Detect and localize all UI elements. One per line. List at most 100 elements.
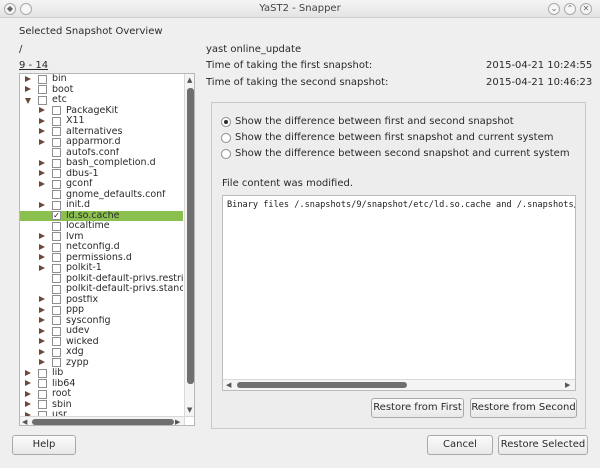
tree-item[interactable]: init.d xyxy=(20,200,183,211)
diff-horizontal-scrollbar[interactable]: ◀ ▶ xyxy=(223,379,575,390)
tree-item[interactable]: sbin xyxy=(20,400,183,411)
radio-second-current-label[interactable]: Show the difference between second snaps… xyxy=(235,148,570,159)
expand-arrow-right-icon[interactable] xyxy=(39,159,45,166)
expand-arrow-right-icon[interactable] xyxy=(39,327,45,334)
tree-item[interactable]: sysconfig xyxy=(20,316,183,327)
expand-arrow-right-icon[interactable] xyxy=(39,180,45,187)
expand-arrow-right-icon[interactable] xyxy=(39,233,45,239)
diff-scroll-left-icon[interactable]: ◀ xyxy=(226,380,231,390)
tree-item[interactable]: postfix xyxy=(20,295,183,306)
expand-arrow-right-icon[interactable] xyxy=(39,306,45,313)
tree-item-checkbox[interactable] xyxy=(52,106,61,115)
tree-item-checkbox[interactable] xyxy=(38,85,47,94)
radio-first-current-label[interactable]: Show the difference between first snapsh… xyxy=(235,132,553,143)
tree-item[interactable]: zypp xyxy=(20,358,183,369)
expand-arrow-right-icon[interactable] xyxy=(25,86,31,92)
file-tree[interactable]: bin boot etc PackageKit X11 alternatives appar… xyxy=(19,73,195,426)
tree-item[interactable]: boot xyxy=(20,85,183,96)
close-icon[interactable]: ✕ xyxy=(580,3,592,15)
scroll-down-icon[interactable]: ▼ xyxy=(187,405,192,415)
tree-item[interactable]: X11 xyxy=(20,116,183,127)
radio-first-current[interactable] xyxy=(221,133,231,143)
tree-item-checkbox[interactable] xyxy=(52,347,61,357)
diff-scroll-right-icon[interactable]: ▶ xyxy=(565,380,570,390)
cancel-button[interactable]: Cancel xyxy=(427,435,493,455)
radio-second-current[interactable] xyxy=(221,149,231,159)
tree-item-checkbox[interactable] xyxy=(52,358,61,367)
tree-item-checkbox[interactable] xyxy=(52,158,61,168)
tree-item[interactable]: apparmor.d xyxy=(20,137,183,148)
tree-item-checkbox[interactable] xyxy=(52,179,61,189)
tree-item-checkbox[interactable] xyxy=(38,74,47,84)
expand-arrow-right-icon[interactable] xyxy=(39,128,45,134)
expand-arrow-right-icon[interactable] xyxy=(39,201,45,208)
expand-arrow-right-icon[interactable] xyxy=(39,264,45,271)
tree-item[interactable]: lib64 xyxy=(20,379,183,390)
tree-item[interactable]: permissions.d xyxy=(20,253,183,264)
expand-arrow-right-icon[interactable] xyxy=(25,380,31,386)
tree-horizontal-thumb[interactable] xyxy=(32,419,174,425)
expand-arrow-right-icon[interactable] xyxy=(39,338,45,344)
tree-item-checkbox[interactable] xyxy=(52,305,61,315)
tree-item[interactable]: PackageKit xyxy=(20,106,183,117)
expand-arrow-right-icon[interactable] xyxy=(39,348,45,355)
minimize-icon[interactable]: ⌄ xyxy=(548,3,560,15)
radio-first-second[interactable] xyxy=(221,117,231,127)
tree-vertical-thumb[interactable] xyxy=(187,88,194,384)
expand-arrow-right-icon[interactable] xyxy=(39,254,45,260)
tree-item[interactable]: gconf xyxy=(20,179,183,190)
tree-item[interactable]: lvm xyxy=(20,232,183,243)
radio-first-second-label[interactable]: Show the difference between first and se… xyxy=(235,116,514,127)
restore-selected-button[interactable]: Restore Selected xyxy=(498,435,588,455)
tree-item[interactable]: ✓ ld.so.cache xyxy=(20,210,183,221)
tree-item-checkbox[interactable] xyxy=(52,190,61,199)
expand-arrow-right-icon[interactable] xyxy=(25,401,31,407)
tree-item[interactable]: wicked xyxy=(20,337,183,348)
expand-arrow-right-icon[interactable] xyxy=(39,296,45,302)
tree-horizontal-scrollbar[interactable]: ◀ ▶ xyxy=(20,416,184,425)
tree-item-checkbox[interactable] xyxy=(52,326,61,336)
tree-item[interactable]: netconfig.d xyxy=(20,242,183,253)
tree-item[interactable]: dbus-1 xyxy=(20,169,183,180)
tree-item-checkbox[interactable] xyxy=(52,221,61,231)
tree-item[interactable]: gnome_defaults.conf xyxy=(20,190,183,201)
tree-item[interactable]: alternatives xyxy=(20,127,183,138)
tree-item-checkbox[interactable] xyxy=(52,263,61,273)
tree-item-checkbox[interactable] xyxy=(38,95,47,105)
tree-item-checkbox[interactable] xyxy=(52,127,61,136)
expand-arrow-right-icon[interactable] xyxy=(39,170,45,176)
expand-arrow-right-icon[interactable] xyxy=(25,390,31,397)
tree-item-checkbox[interactable] xyxy=(52,274,61,283)
tree-item-checkbox[interactable] xyxy=(52,200,61,210)
restore-from-second-button[interactable]: Restore from Second xyxy=(470,398,577,418)
expand-arrow-right-icon[interactable] xyxy=(25,75,31,82)
scroll-up-icon[interactable]: ▲ xyxy=(187,75,192,85)
tree-item-checkbox[interactable] xyxy=(38,400,47,409)
tree-item-checkbox[interactable] xyxy=(38,389,47,399)
tree-vertical-scrollbar[interactable]: ▲ ▼ xyxy=(184,74,194,416)
tree-item[interactable]: ppp xyxy=(20,305,183,316)
restore-from-first-button[interactable]: Restore from First xyxy=(371,398,464,418)
tree-item[interactable]: udev xyxy=(20,326,183,337)
tree-item[interactable]: polkit-default-privs.stanc xyxy=(20,284,183,295)
diff-textarea[interactable]: Binary files /.snapshots/9/snapshot/etc/… xyxy=(222,195,576,391)
expand-arrow-right-icon[interactable] xyxy=(39,359,45,365)
expand-arrow-right-icon[interactable] xyxy=(25,369,31,376)
tree-item-checkbox[interactable] xyxy=(52,242,61,252)
tree-item-checkbox[interactable] xyxy=(52,137,61,147)
tree-item[interactable]: polkit-1 xyxy=(20,263,183,274)
tree-item-checkbox[interactable] xyxy=(52,316,61,325)
scroll-right-icon[interactable]: ▶ xyxy=(175,417,180,425)
expand-arrow-right-icon[interactable] xyxy=(39,317,45,323)
tree-item-checkbox[interactable] xyxy=(52,295,61,304)
tree-item[interactable]: root xyxy=(20,389,183,400)
tree-item[interactable]: polkit-default-privs.restri xyxy=(20,274,183,285)
tree-item[interactable]: bash_completion.d xyxy=(20,158,183,169)
tree-item-checkbox[interactable] xyxy=(52,148,61,157)
tree-item[interactable]: autofs.conf xyxy=(20,148,183,159)
diff-horizontal-thumb[interactable] xyxy=(237,382,407,388)
tree-item-checkbox[interactable] xyxy=(52,232,61,241)
tree-item[interactable]: etc xyxy=(20,95,183,106)
expand-arrow-right-icon[interactable] xyxy=(39,138,45,145)
tree-item-checkbox[interactable]: ✓ xyxy=(52,211,61,220)
